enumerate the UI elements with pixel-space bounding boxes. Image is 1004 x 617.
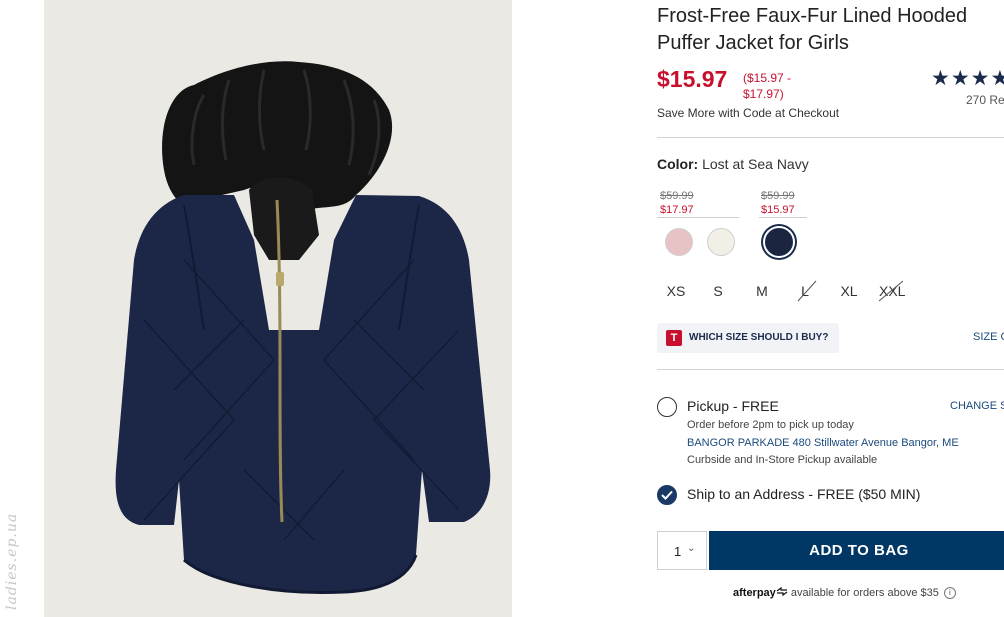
swatch-group-divider: [759, 217, 807, 218]
divider: [657, 369, 1004, 370]
size-option-xl[interactable]: XL: [839, 280, 859, 302]
pickup-radio[interactable]: [657, 397, 677, 417]
size-option-l[interactable]: L: [797, 280, 817, 302]
info-icon[interactable]: i: [943, 587, 956, 600]
ship-radio[interactable]: [657, 485, 677, 505]
quantity-select[interactable]: 1 ⌄: [657, 531, 707, 570]
color-label-key: Color:: [657, 156, 699, 172]
size-help-label: WHICH SIZE SHOULD I BUY?: [689, 332, 829, 343]
rating-stars-icon[interactable]: ★★★★★: [931, 66, 1004, 91]
afterpay-logo: afterpay: [733, 587, 776, 599]
size-option-xxl[interactable]: XXL: [878, 280, 905, 302]
sale-price: $15.97: [657, 66, 728, 92]
size-help-button[interactable]: T WHICH SIZE SHOULD I BUY?: [657, 323, 839, 353]
store-address-link[interactable]: BANGOR PARKADE 480 Stillwater Avenue Ban…: [687, 437, 959, 449]
curbside-note: Curbside and In-Store Pickup available: [687, 454, 878, 466]
product-info-panel: Frost-Free Faux-Fur Lined Hooded Puffer …: [657, 0, 1004, 617]
afterpay-note: afterpay available for orders above $35 …: [733, 586, 956, 600]
add-to-bag-button[interactable]: ADD TO BAG: [709, 531, 1004, 570]
chevron-down-icon: ⌄: [687, 543, 696, 554]
checkmark-icon: [661, 490, 673, 500]
color-swatch-navy[interactable]: [765, 228, 793, 256]
divider: [657, 137, 1004, 138]
color-label: Color: Lost at Sea Navy: [657, 156, 809, 172]
change-store-link[interactable]: CHANGE S: [950, 400, 1004, 412]
size-option-m[interactable]: M: [755, 280, 769, 302]
color-value: Lost at Sea Navy: [702, 156, 809, 172]
swatch-new-price: $15.97: [761, 204, 795, 216]
reviews-link[interactable]: 270 Re: [966, 93, 1004, 107]
size-label: M: [756, 283, 768, 299]
watermark-text: ladies.ep.ua: [4, 512, 20, 610]
unavailable-strike-icon: [878, 280, 904, 302]
size-help-logo-icon: T: [666, 330, 682, 346]
unavailable-strike-icon: [797, 280, 817, 302]
swatch-old-price: $59.99: [761, 190, 795, 202]
swatch-new-price: $17.97: [660, 204, 694, 216]
swatch-group-price: $59.99 $17.97: [660, 189, 694, 217]
swatch-group-price: $59.99 $15.97: [761, 189, 795, 217]
product-image[interactable]: [44, 0, 512, 617]
size-option-xs[interactable]: XS: [666, 280, 686, 302]
swatch-old-price: $59.99: [660, 190, 694, 202]
afterpay-arrows-icon: [776, 586, 788, 597]
size-label: S: [713, 283, 723, 299]
product-title: Frost-Free Faux-Fur Lined Hooded Puffer …: [657, 5, 968, 54]
jacket-illustration: [115, 61, 491, 594]
ship-title: Ship to an Address - FREE ($50 MIN): [687, 486, 921, 502]
size-chart-link[interactable]: SIZE C: [973, 331, 1004, 343]
pickup-title: Pickup - FREE: [687, 398, 779, 414]
size-label: XL: [840, 283, 858, 299]
quantity-value: 1: [674, 544, 682, 559]
color-swatch-cream[interactable]: [707, 228, 735, 256]
color-swatch-pink[interactable]: [665, 228, 693, 256]
size-label: XS: [666, 283, 686, 299]
swatch-group-divider: [657, 217, 739, 218]
pickup-order-by: Order before 2pm to pick up today: [687, 419, 854, 431]
price-range: ($15.97 - $17.97): [743, 71, 792, 101]
afterpay-text: available for orders above $35: [790, 587, 939, 599]
save-more-note: Save More with Code at Checkout: [657, 106, 840, 120]
size-option-s[interactable]: S: [712, 280, 724, 302]
